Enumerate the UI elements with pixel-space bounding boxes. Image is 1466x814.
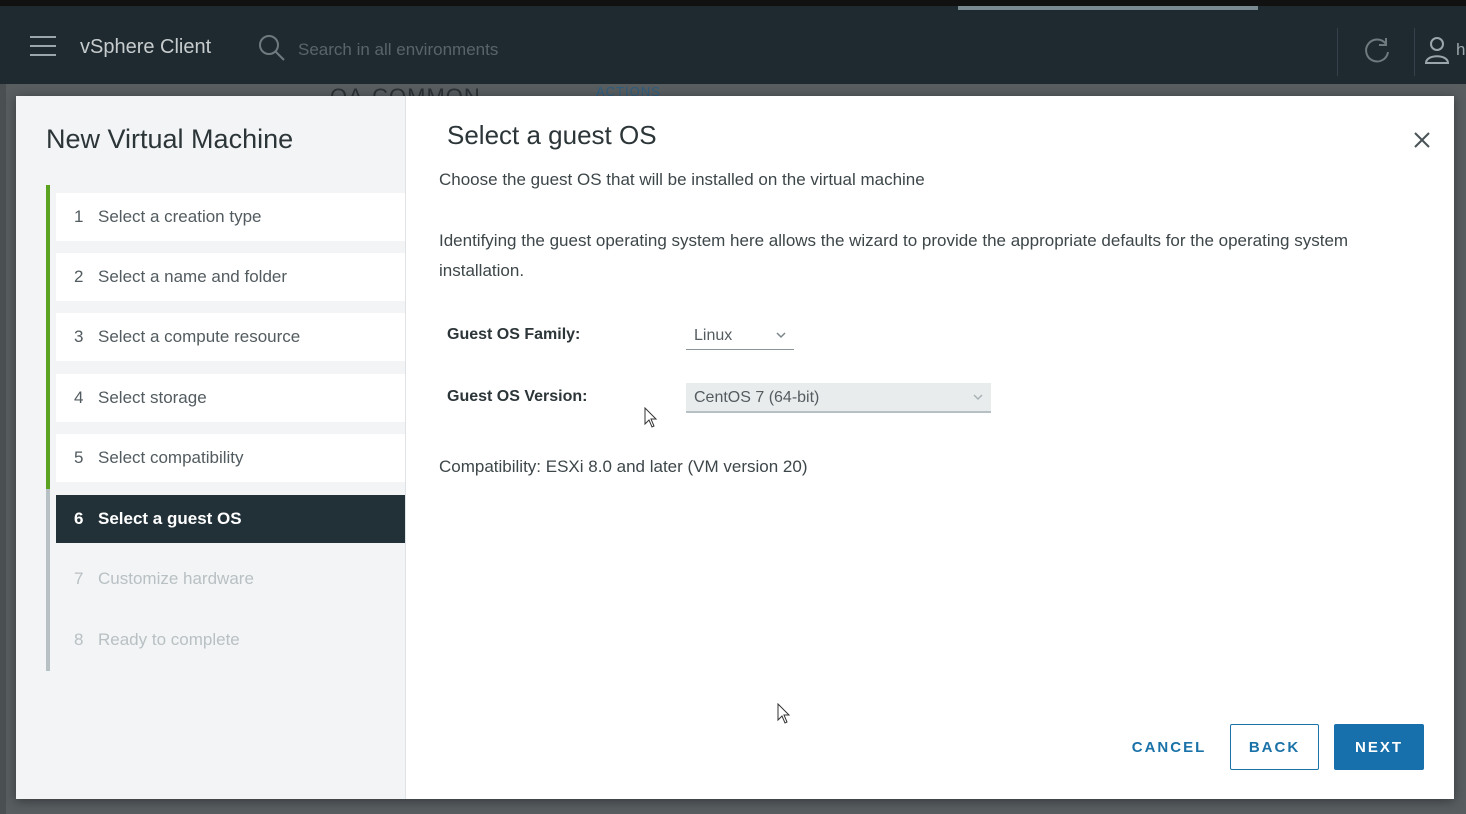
step-number: 6 bbox=[74, 509, 84, 528]
app-header: vSphere Client h bbox=[0, 0, 1466, 84]
step-select-name-folder[interactable]: 2 Select a name and folder bbox=[56, 253, 405, 301]
step-label: Select a compute resource bbox=[98, 327, 301, 346]
chevron-down-icon bbox=[973, 394, 983, 401]
steps-progress-track bbox=[46, 185, 50, 671]
step-label: Select a creation type bbox=[98, 207, 262, 226]
menu-icon[interactable] bbox=[30, 36, 56, 63]
steps-progress-done bbox=[46, 185, 50, 489]
loading-progress-bar bbox=[958, 6, 1258, 10]
step-label: Select a guest OS bbox=[98, 509, 242, 528]
page-subtitle: Choose the guest OS that will be install… bbox=[439, 170, 925, 189]
step-label: Select compatibility bbox=[98, 448, 244, 467]
page-description: Identifying the guest operating system h… bbox=[439, 231, 1349, 280]
guest-os-family-label: Guest OS Family: bbox=[447, 326, 581, 343]
guest-os-version-select[interactable]: CentOS 7 (64-bit) bbox=[686, 383, 991, 413]
chevron-down-icon bbox=[776, 332, 786, 339]
header-divider bbox=[1414, 28, 1415, 76]
step-label: Customize hardware bbox=[98, 569, 254, 588]
step-select-storage[interactable]: 4 Select storage bbox=[56, 374, 405, 422]
page-title: Select a guest OS bbox=[447, 120, 657, 150]
guest-os-family-value: Linux bbox=[694, 327, 733, 344]
user-icon[interactable] bbox=[1424, 36, 1450, 64]
step-number: 8 bbox=[74, 630, 84, 649]
mouse-cursor-icon bbox=[777, 703, 791, 724]
step-label: Ready to complete bbox=[98, 630, 240, 649]
app-title: vSphere Client bbox=[80, 36, 212, 58]
new-vm-wizard-dialog: New Virtual Machine 1 Select a creation … bbox=[16, 96, 1454, 799]
step-number: 2 bbox=[74, 267, 84, 286]
step-number: 4 bbox=[74, 388, 84, 407]
user-name[interactable]: h bbox=[1456, 40, 1465, 60]
wizard-sidebar: New Virtual Machine 1 Select a creation … bbox=[16, 96, 406, 799]
close-icon[interactable] bbox=[1412, 130, 1432, 150]
wizard-title: New Virtual Machine bbox=[46, 124, 294, 154]
guest-os-version-label: Guest OS Version: bbox=[447, 388, 588, 405]
step-number: 3 bbox=[74, 327, 84, 346]
back-button[interactable]: BACK bbox=[1230, 724, 1319, 770]
step-label: Select storage bbox=[98, 388, 207, 407]
step-select-compute-resource[interactable]: 3 Select a compute resource bbox=[56, 313, 405, 361]
guest-os-version-value: CentOS 7 (64-bit) bbox=[694, 389, 820, 406]
next-button[interactable]: NEXT bbox=[1334, 724, 1424, 770]
refresh-icon[interactable] bbox=[1362, 36, 1392, 66]
step-number: 1 bbox=[74, 207, 84, 226]
step-ready-to-complete: 8 Ready to complete bbox=[56, 616, 405, 664]
compatibility-text: Compatibility: ESXi 8.0 and later (VM ve… bbox=[439, 457, 808, 476]
step-select-creation-type[interactable]: 1 Select a creation type bbox=[56, 193, 405, 241]
search-input[interactable] bbox=[296, 36, 700, 64]
step-label: Select a name and folder bbox=[98, 267, 288, 286]
cancel-button[interactable]: CANCEL bbox=[1122, 724, 1216, 770]
mouse-cursor-icon bbox=[644, 407, 658, 428]
step-select-compatibility[interactable]: 5 Select compatibility bbox=[56, 434, 405, 482]
step-select-guest-os[interactable]: 6 Select a guest OS bbox=[56, 495, 405, 543]
step-number: 5 bbox=[74, 448, 84, 467]
step-number: 7 bbox=[74, 569, 84, 588]
search-icon bbox=[259, 35, 285, 61]
guest-os-family-select[interactable]: Linux bbox=[686, 322, 794, 350]
step-customize-hardware: 7 Customize hardware bbox=[56, 555, 405, 603]
header-divider bbox=[1337, 28, 1338, 76]
